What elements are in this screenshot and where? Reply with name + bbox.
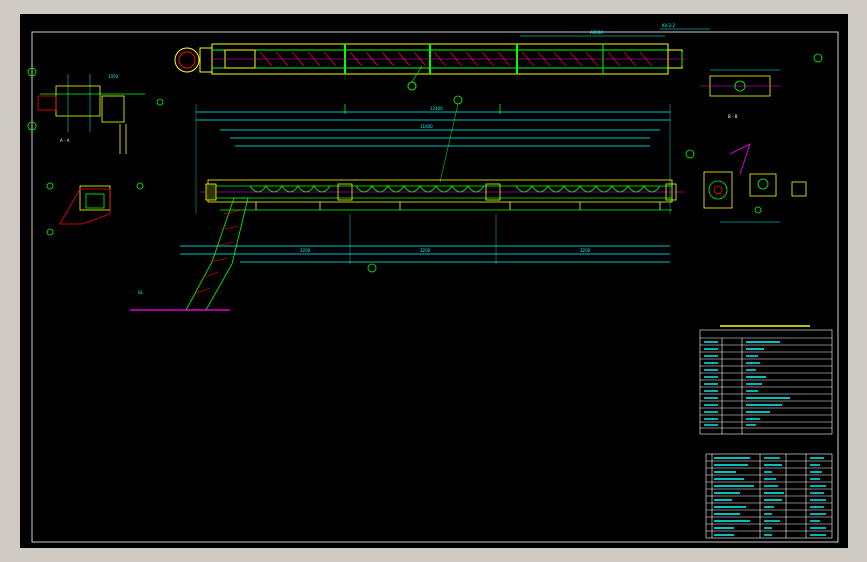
svg-text:A - A: A - A [60,138,70,143]
svg-text:12400: 12400 [430,106,443,111]
parts-list-marks [714,457,826,536]
screw-conveyor-drawing: A9000 KV-2-2 1050 A - A 12400 11800 GL 3… [27,23,839,543]
svg-text:A9000: A9000 [590,30,603,35]
svg-text:3200: 3200 [300,248,311,253]
svg-text:KV-2-2: KV-2-2 [662,23,676,28]
top-plan-view: A9000 KV-2-2 [174,23,710,91]
cad-drawing-canvas[interactable]: A9000 KV-2-2 1050 A - A 12400 11800 GL 3… [20,14,848,548]
main-elevation: 12400 11800 GL 3200 3200 3200 [130,95,695,311]
right-detail-views: B - B [700,53,823,223]
svg-text:GL: GL [138,290,144,295]
svg-text:1050: 1050 [108,74,119,79]
spec-table-marks [704,341,790,426]
window-frame: A9000 KV-2-2 1050 A - A 12400 11800 GL 3… [0,0,867,562]
svg-text:3200: 3200 [580,248,591,253]
svg-text:B - B: B - B [728,114,738,119]
balloon-3 [407,81,417,91]
svg-text:11800: 11800 [420,124,433,129]
spec-table [699,329,833,435]
parts-list [705,453,833,539]
svg-text:3200: 3200 [420,248,431,253]
left-detail-views: 1050 A - A [27,67,164,236]
